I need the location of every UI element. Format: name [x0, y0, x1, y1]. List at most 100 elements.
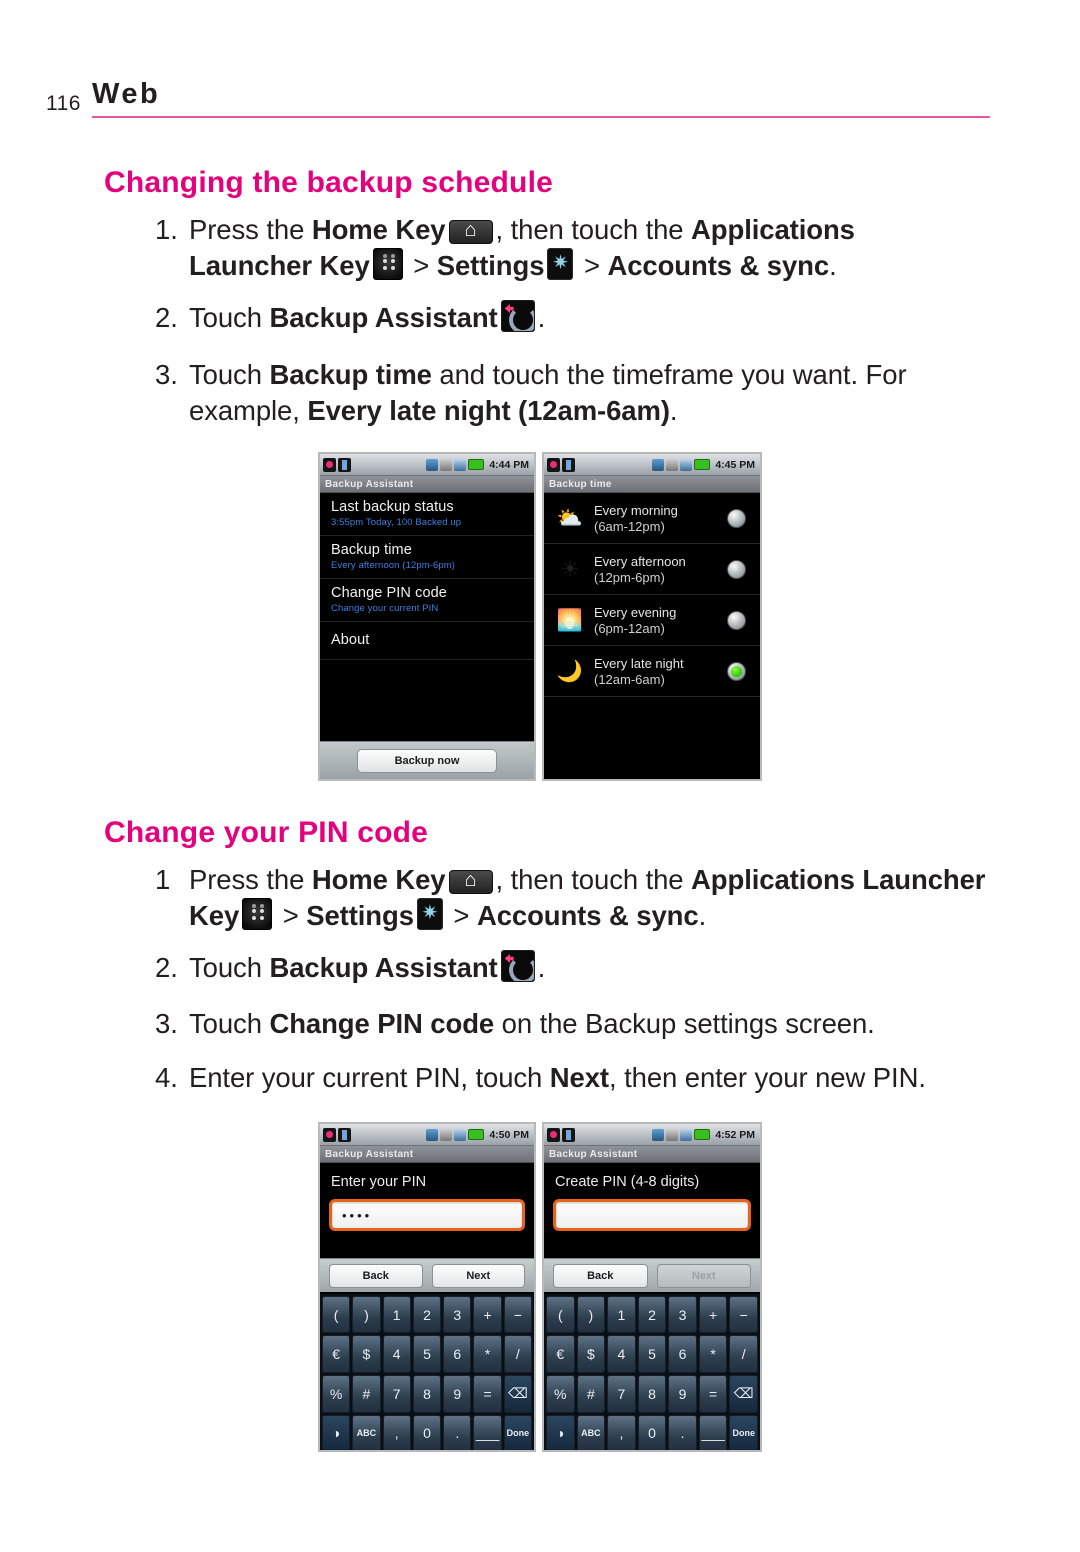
- backup-time-option-range: (12am-6am): [594, 671, 665, 687]
- next-button[interactable]: Next: [656, 1263, 751, 1288]
- settings-row[interactable]: About: [320, 622, 534, 660]
- backup-time-option[interactable]: ☀ Every afternoon (12pm-6pm): [544, 544, 760, 595]
- keypad-key-8[interactable]: 8: [637, 1374, 667, 1413]
- next-button[interactable]: Next: [431, 1263, 525, 1288]
- step-number: 4.: [155, 1062, 178, 1093]
- keypad-key-ABC[interactable]: ABC: [352, 1414, 381, 1450]
- settings-gear-icon: [547, 247, 574, 280]
- keypad-key-[interactable]: (: [546, 1296, 575, 1334]
- keypad-key-[interactable]: ⌫: [503, 1374, 532, 1413]
- step-text-emphasis: Settings: [306, 900, 414, 931]
- keypad-key-[interactable]: $: [352, 1335, 381, 1373]
- step-1-3: 3. Touch Backup time and touch the timefr…: [155, 357, 985, 429]
- backup-time-option-list: ⛅ Every morning (6am-12pm) ☀ Every afternoon…: [544, 493, 760, 779]
- keypad-key-[interactable]: *: [698, 1335, 728, 1373]
- keypad-key-0[interactable]: 0: [637, 1414, 667, 1450]
- keypad-key-7[interactable]: 7: [382, 1374, 411, 1413]
- keypad-key-1[interactable]: 1: [607, 1296, 636, 1334]
- keypad-key-6[interactable]: 6: [668, 1335, 697, 1373]
- keypad-key-[interactable]: /: [729, 1335, 758, 1373]
- keypad-key-5[interactable]: 5: [412, 1335, 442, 1373]
- keypad-key-[interactable]: ,: [607, 1414, 636, 1450]
- keypad-key-[interactable]: €: [322, 1335, 351, 1373]
- keypad-key-[interactable]: ): [576, 1296, 606, 1334]
- page-number: 116: [46, 92, 81, 115]
- sunset-icon: 🌅: [556, 608, 584, 632]
- keypad-key-5[interactable]: 5: [637, 1335, 667, 1373]
- keypad-key-[interactable]: €: [546, 1335, 575, 1373]
- keypad-key-[interactable]: %: [546, 1374, 575, 1413]
- keypad-key-6[interactable]: 6: [443, 1335, 472, 1373]
- step-text: Press the Home Key, then touch the Appli…: [189, 212, 985, 284]
- keypad-key-9[interactable]: 9: [443, 1374, 472, 1413]
- keypad-key-[interactable]: #: [576, 1374, 606, 1413]
- numeric-keypad[interactable]: () 1 2 3 + − € $4 5 6 * /% #7 8 9 = ⌫ ◑ ABC, 0. ___ Done: [544, 1294, 760, 1450]
- keypad-key-[interactable]: ___: [698, 1414, 728, 1450]
- keypad-key-8[interactable]: 8: [412, 1374, 442, 1413]
- settings-row[interactable]: Last backup status 3:55pm Today, 100 Back…: [320, 493, 534, 536]
- keypad-key-[interactable]: %: [322, 1374, 351, 1413]
- keypad-key-[interactable]: =: [473, 1374, 502, 1413]
- page-header: 116 Web: [0, 72, 1080, 124]
- backup-time-option[interactable]: ⛅ Every morning (6am-12pm): [544, 493, 760, 544]
- sync-icon: [652, 458, 665, 471]
- keypad-key-Done[interactable]: Done: [729, 1414, 758, 1450]
- keypad-key-7[interactable]: 7: [607, 1374, 636, 1413]
- keypad-key-3[interactable]: 3: [668, 1296, 697, 1334]
- keypad-key-Done[interactable]: Done: [503, 1414, 532, 1450]
- step-text-plain: Touch: [189, 1008, 270, 1039]
- keypad-key-2[interactable]: 2: [412, 1296, 442, 1334]
- settings-row-subtitle: Every afternoon (12pm-6pm): [331, 560, 456, 571]
- backup-time-option[interactable]: 🌙 Every late night (12am-6am): [544, 646, 760, 697]
- keypad-key-[interactable]: ,: [382, 1414, 411, 1450]
- keypad-key-4[interactable]: 4: [382, 1335, 411, 1373]
- keypad-key-[interactable]: (: [322, 1296, 351, 1334]
- app-title-bar: Backup time: [544, 476, 760, 493]
- keypad-key-[interactable]: ): [352, 1296, 381, 1334]
- step-text-plain: Touch: [189, 952, 270, 983]
- step-text-plain: Enter your current PIN, touch: [189, 1062, 550, 1093]
- keypad-key-[interactable]: $: [576, 1335, 606, 1373]
- keypad-key-[interactable]: ◑: [322, 1414, 351, 1450]
- keypad-key-4[interactable]: 4: [607, 1335, 636, 1373]
- keypad-key-[interactable]: +: [698, 1296, 728, 1334]
- step-number: 2.: [155, 952, 178, 983]
- keypad-key-[interactable]: #: [352, 1374, 381, 1413]
- keypad-key-0[interactable]: 0: [412, 1414, 442, 1450]
- keypad-key-3[interactable]: 3: [443, 1296, 472, 1334]
- radio-button[interactable]: [727, 610, 746, 630]
- radio-button[interactable]: [727, 661, 746, 681]
- screenshot-backup-time: 4:45 PM Backup time ⛅ Every morning (6am-1…: [542, 452, 762, 781]
- notification-icon-1: [323, 1127, 336, 1142]
- notification-icon-1: [547, 1127, 560, 1142]
- pin-input-field[interactable]: [553, 1199, 751, 1231]
- radio-button[interactable]: [727, 508, 746, 528]
- pin-input-field[interactable]: ••••: [329, 1199, 525, 1231]
- signal-icon: [454, 1128, 467, 1141]
- keypad-key-[interactable]: −: [503, 1296, 532, 1334]
- keypad-key-1[interactable]: 1: [382, 1296, 411, 1334]
- page-section-title: Web: [92, 78, 161, 110]
- keypad-key-2[interactable]: 2: [637, 1296, 667, 1334]
- keypad-key-[interactable]: *: [473, 1335, 502, 1373]
- numeric-keypad[interactable]: () 1 2 3 + − € $4 5 6 * /% #7 8 9 = ⌫ ◑ ABC, 0. ___ Done: [320, 1294, 534, 1450]
- radio-button[interactable]: [727, 559, 746, 579]
- backup-time-option[interactable]: 🌅 Every evening (6pm-12am): [544, 595, 760, 646]
- keypad-key-9[interactable]: 9: [668, 1374, 697, 1413]
- keypad-key-[interactable]: .: [668, 1414, 697, 1450]
- keypad-key-[interactable]: .: [443, 1414, 472, 1450]
- keypad-key-[interactable]: −: [729, 1296, 758, 1334]
- keypad-key-[interactable]: /: [503, 1335, 532, 1373]
- keypad-key-[interactable]: ⌫: [729, 1374, 758, 1413]
- keypad-key-[interactable]: +: [473, 1296, 502, 1334]
- keypad-key-[interactable]: ___: [473, 1414, 502, 1450]
- keypad-key-ABC[interactable]: ABC: [576, 1414, 606, 1450]
- keypad-key-[interactable]: ◑: [546, 1414, 575, 1450]
- settings-row[interactable]: Backup time Every afternoon (12pm-6pm): [320, 536, 534, 579]
- status-system-icons: 4:50 PM: [426, 1124, 532, 1145]
- settings-row[interactable]: Change PIN code Change your current PIN: [320, 579, 534, 622]
- keypad-key-[interactable]: =: [698, 1374, 728, 1413]
- backup-now-button[interactable]: Backup now: [357, 748, 497, 773]
- back-button[interactable]: Back: [329, 1263, 423, 1288]
- back-button[interactable]: Back: [553, 1263, 648, 1288]
